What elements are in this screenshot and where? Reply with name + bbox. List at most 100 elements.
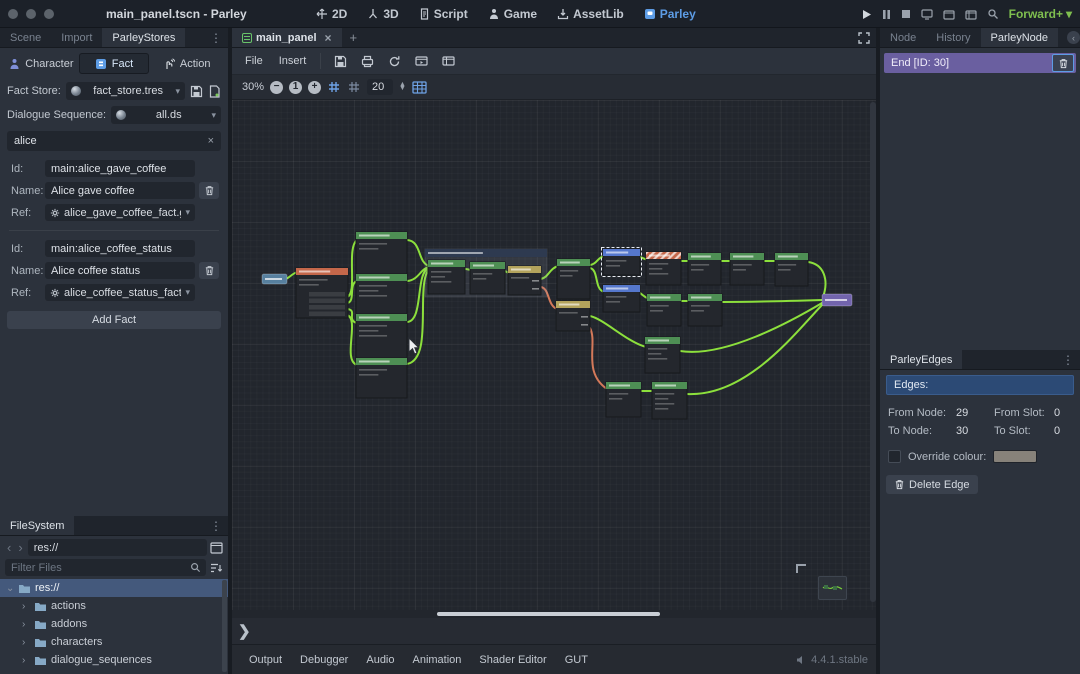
graph-node-dialogue[interactable] (775, 253, 808, 286)
workspace-assetlib[interactable]: AssetLib (549, 0, 632, 28)
graph-node-end[interactable] (822, 294, 852, 306)
bottom-tab-animation[interactable]: Animation (404, 654, 471, 666)
renderer-dropdown[interactable]: Forward+▾ (1009, 7, 1072, 21)
filter-files-input[interactable] (5, 559, 206, 576)
pause-button[interactable] (882, 9, 891, 20)
tree-item-actions[interactable]: › actions (0, 597, 228, 615)
save-button[interactable] (328, 55, 353, 68)
grid-toggle-icon[interactable] (347, 80, 361, 94)
graph-edge-orange[interactable] (590, 328, 607, 389)
scrollbar-thumb[interactable] (437, 612, 660, 616)
movie-writer-icon[interactable] (965, 9, 977, 20)
tree-item-dialogue-sequences[interactable]: › dialogue_sequences (0, 651, 228, 669)
fact-name-field[interactable]: Alice gave coffee (45, 182, 195, 199)
graph-node-jump[interactable] (602, 248, 642, 277)
tab-scene[interactable]: Scene (0, 28, 51, 47)
expand-icon[interactable]: › (22, 619, 30, 630)
tab-parleystores[interactable]: ParleyStores (102, 28, 185, 47)
delete-node-button[interactable] (1052, 54, 1074, 72)
window-minimize-button[interactable] (26, 9, 36, 19)
graph-node-start[interactable] (262, 274, 287, 284)
expand-icon[interactable]: › (22, 655, 30, 666)
test-from-start-icon[interactable] (436, 55, 461, 67)
zoom-out-button[interactable]: − (270, 81, 283, 94)
graph-node-dialogue[interactable] (606, 382, 641, 417)
tab-node[interactable]: Node (880, 28, 926, 47)
graph-edge-green[interactable] (722, 300, 822, 302)
graph-node-dialogue[interactable] (428, 260, 465, 294)
stop-button[interactable] (901, 9, 911, 19)
dock-menu-icon[interactable]: ⋮ (204, 28, 228, 47)
bottom-tab-shader-editor[interactable]: Shader Editor (470, 654, 555, 666)
delete-fact-button[interactable] (199, 182, 219, 199)
graph-node-dialogue[interactable] (356, 232, 407, 277)
dialogue-sequence-dropdown[interactable]: all.ds ▾ (111, 106, 221, 124)
fact-store-button[interactable]: Fact (79, 53, 150, 74)
delete-edge-button[interactable]: Delete Edge (886, 475, 978, 494)
new-fact-store-button[interactable] (208, 85, 221, 98)
expand-panel-icon[interactable]: ❯ (238, 622, 251, 640)
split-dock-icon[interactable] (210, 542, 223, 554)
grid-size-spinner[interactable]: ▲▼ (399, 83, 406, 91)
new-tab-button[interactable]: + (342, 28, 366, 47)
graph-node-dialogue[interactable] (356, 358, 407, 398)
graph-node-dialogue[interactable] (652, 382, 687, 419)
fact-store-dropdown[interactable]: fact_store.tres ▾ (66, 82, 185, 100)
edges-section-header[interactable]: Edges: (886, 375, 1074, 395)
graph-node-dialogue[interactable] (356, 314, 407, 358)
bottom-tab-audio[interactable]: Audio (357, 654, 403, 666)
workspace-game[interactable]: Game (480, 0, 545, 28)
fact-name-field[interactable]: Alice coffee status (45, 262, 195, 279)
movie-maker-icon[interactable] (943, 9, 955, 20)
tab-filesystem[interactable]: FileSystem (0, 516, 74, 535)
print-export-button[interactable] (355, 55, 380, 68)
file-menu[interactable]: File (238, 55, 270, 67)
tree-item-root[interactable]: ⌄ res:// (0, 579, 228, 597)
fact-search-box[interactable]: alice × (7, 131, 221, 151)
graph-node-dialogue[interactable] (557, 259, 590, 299)
snap-toggle-icon[interactable] (327, 80, 341, 94)
tree-item-characters[interactable]: › characters (0, 633, 228, 651)
graph-editor[interactable] (232, 100, 876, 610)
magnify-tool-icon[interactable] (987, 8, 999, 20)
test-dialogue-icon[interactable] (409, 55, 434, 67)
graph-node-dialogue[interactable] (645, 337, 680, 373)
graph-edge-green[interactable] (808, 262, 825, 297)
collapse-icon[interactable]: ⌄ (6, 583, 14, 594)
close-tab-icon[interactable]: × (325, 31, 332, 45)
action-store-button[interactable]: Action (152, 53, 221, 74)
tab-history[interactable]: History (926, 28, 980, 47)
graph-node-dialogue[interactable] (688, 253, 721, 285)
save-fact-store-button[interactable] (190, 85, 203, 98)
window-zoom-button[interactable] (44, 9, 54, 19)
dock-menu-icon[interactable]: ⋮ (204, 516, 228, 535)
workspace-2d[interactable]: 2D (308, 0, 355, 28)
fact-ref-dropdown[interactable]: alice_coffee_status_fact. ▾ (45, 284, 195, 301)
speaker-icon[interactable] (796, 655, 806, 665)
graph-edge-green[interactable] (286, 272, 297, 279)
graph-node-dialogue[interactable] (647, 294, 681, 326)
graph-horizontal-scrollbar[interactable] (232, 610, 876, 618)
tab-main-panel[interactable]: main_panel × (232, 28, 342, 47)
graph-node-dialogue[interactable] (688, 294, 722, 326)
sort-files-icon[interactable] (210, 562, 223, 574)
filesystem-scrollbar[interactable] (222, 580, 227, 672)
workspace-script[interactable]: Script (411, 0, 476, 28)
graph-node-action[interactable] (646, 252, 681, 285)
override-colour-swatch[interactable] (993, 450, 1037, 463)
tab-parleynode[interactable]: ParleyNode (981, 28, 1058, 47)
remote-debug-icon[interactable] (921, 9, 933, 20)
distraction-free-icon[interactable] (858, 28, 876, 47)
history-forward-icon[interactable]: › (16, 540, 24, 555)
graph-node-dialogue[interactable] (470, 262, 505, 294)
character-store-button[interactable]: Character (7, 53, 76, 74)
expand-icon[interactable]: › (22, 637, 30, 648)
graph-canvas[interactable] (232, 100, 876, 610)
insert-menu[interactable]: Insert (272, 55, 314, 67)
dock-menu-icon[interactable]: ⋮ (1056, 350, 1080, 369)
graph-node-dialogue[interactable] (356, 274, 407, 316)
fact-id-field[interactable]: main:alice_gave_coffee (45, 160, 195, 177)
tree-item-addons[interactable]: › addons (0, 615, 228, 633)
graph-node-condition[interactable] (556, 301, 590, 331)
reload-button[interactable] (382, 55, 407, 68)
